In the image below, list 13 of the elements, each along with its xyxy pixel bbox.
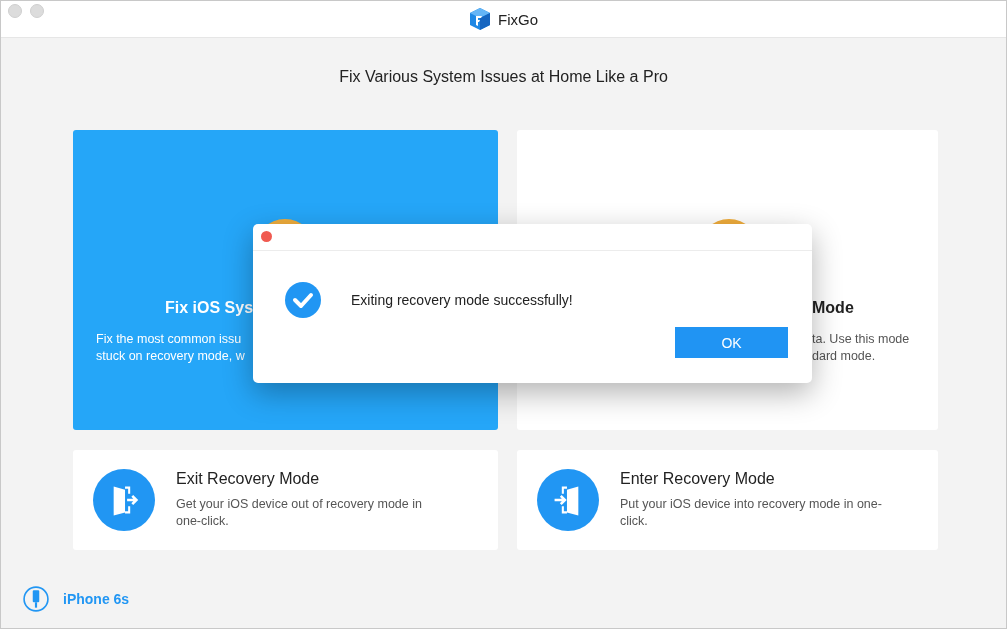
window-title: FixGo [498, 10, 538, 28]
dialog-message: Exiting recovery mode successfully! [351, 292, 573, 308]
card-description: Get your iOS device out of recovery mode in one-click. [176, 496, 423, 530]
card-title: Fix iOS Sys [165, 299, 254, 318]
card-title: Enter Recovery Mode [620, 470, 776, 488]
card-title: Exit Recovery Mode [176, 470, 321, 488]
card-description: dard mode. [812, 348, 876, 365]
card-description: Put your iOS device into recovery mode in one-click. [620, 496, 882, 530]
page-heading: Fix Various System Issues at Home Like a Pro [338, 67, 669, 87]
card-description: Fix the most common issu [96, 331, 242, 348]
card-title: Mode [812, 299, 854, 318]
card-description: ta. Use this mode [812, 331, 910, 348]
card-description: stuck on recovery mode, w [96, 348, 245, 365]
